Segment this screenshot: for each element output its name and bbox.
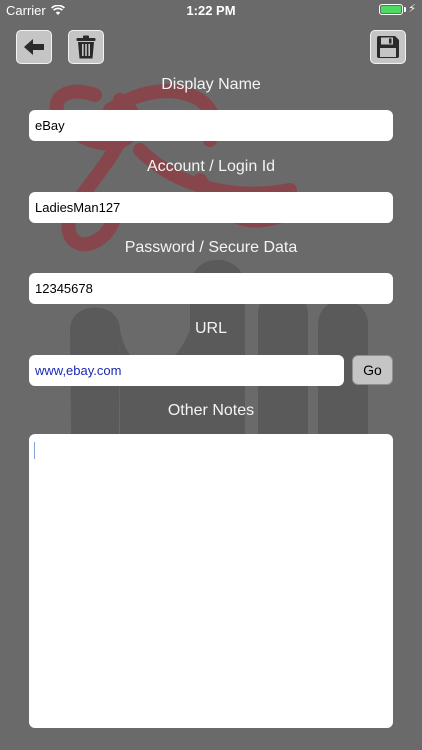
go-button[interactable]: Go [352,355,393,385]
account-label: Account / Login Id [146,158,276,175]
back-arrow-icon [24,39,44,55]
notes-label: Other Notes [167,402,255,419]
battery-level-fill [381,6,402,13]
password-label: Password / Secure Data [124,239,298,256]
trash-icon [76,35,96,59]
delete-button[interactable] [68,30,104,64]
display-name-field[interactable]: eBay [29,110,393,141]
display-name-label: Display Name [161,76,261,93]
notes-textarea[interactable] [29,434,393,728]
status-right: ⚡︎ [379,4,416,15]
save-button[interactable] [370,30,406,64]
url-field[interactable]: www,ebay.com [29,355,344,386]
account-field[interactable]: LadiesMan127 [29,192,393,223]
status-time: 1:22 PM [186,3,236,18]
url-label: URL [194,320,227,337]
battery-icon [379,4,404,15]
back-button[interactable] [16,30,52,64]
floppy-disk-icon [377,36,399,58]
text-caret [34,442,35,459]
password-field[interactable]: 12345678 [29,273,393,304]
charging-bolt-icon: ⚡︎ [408,3,416,15]
battery-tip [404,7,407,12]
status-bar: Carrier 1:22 PM ⚡︎ [0,0,422,22]
